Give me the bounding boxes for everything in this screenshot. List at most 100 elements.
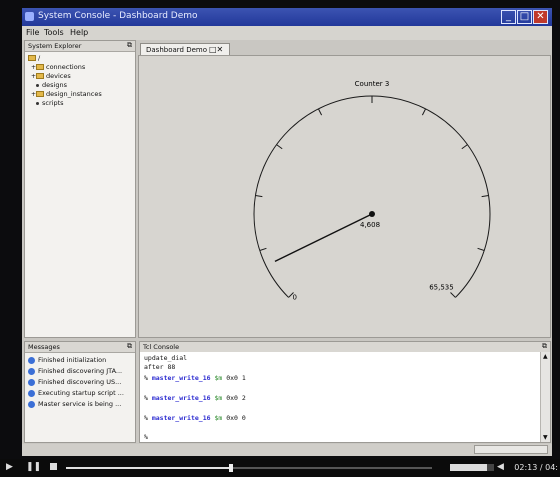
gauge-label: Counter 3 <box>355 80 390 88</box>
message-item[interactable]: Finished discovering US... <box>28 378 121 386</box>
gauge-tick <box>477 247 485 251</box>
gauge-tick <box>259 247 267 251</box>
bullet-icon <box>36 83 39 87</box>
seek-handle[interactable] <box>228 464 233 472</box>
messages-header: Messages ⧉ <box>25 342 135 353</box>
console-line: % master_write_16 $m 0x0 1 <box>144 374 246 382</box>
folder-icon <box>36 91 44 97</box>
gauge-arc <box>253 95 491 298</box>
tcl-console-output[interactable]: update_dial after 88 % master_write_16 $… <box>140 352 540 442</box>
gauge-tick <box>421 108 427 116</box>
tcl-console-panel: Tcl Console ⧉ update_dial after 88 % mas… <box>139 341 551 443</box>
message-item[interactable]: Finished initialization <box>28 356 106 364</box>
console-command: master_write_16 <box>151 394 211 402</box>
video-player-bar: ▶ ❚❚ ◀ 02:13 / 04: <box>0 459 560 477</box>
screen-frame: System Console - Dashboard Demo _ □ ✕ Fi… <box>22 8 552 456</box>
console-line: % master_write_16 $m 0x0 0 <box>144 414 246 422</box>
gauge-ticks <box>255 96 489 298</box>
message-item[interactable]: Executing startup script ... <box>28 389 124 397</box>
folder-icon <box>28 55 36 61</box>
gauge-needle <box>274 213 373 262</box>
tab-dashboard-demo[interactable]: Dashboard Demo □✕ <box>140 43 230 55</box>
window-title: System Console - Dashboard Demo <box>38 11 198 21</box>
seek-track[interactable] <box>66 464 432 472</box>
info-icon <box>28 400 35 408</box>
stop-icon[interactable] <box>50 463 57 470</box>
messages-panel: Messages ⧉ Finished initialization Finis… <box>24 341 136 443</box>
tree-root-label: / <box>38 54 41 62</box>
console-line: update_dial <box>144 354 188 362</box>
console-line: after 88 <box>144 363 176 371</box>
console-line: % master_write_16 $m 0x0 2 <box>144 394 246 402</box>
app-icon <box>25 12 34 21</box>
playback-time: 02:13 / 04: <box>514 463 558 472</box>
message-text: Finished initialization <box>38 356 107 364</box>
console-command: master_write_16 <box>151 414 211 422</box>
panel-maximize-icon[interactable]: ⧉ <box>127 41 132 50</box>
message-item[interactable]: Master service is being ... <box>28 400 121 408</box>
info-icon <box>28 367 35 375</box>
system-explorer-panel: System Explorer ⧉ / + connections + device… <box>24 40 136 338</box>
gauge-max-label: 65,535 <box>429 283 454 291</box>
tcl-console-title: Tcl Console <box>143 343 180 351</box>
tree-item-label: scripts <box>42 99 64 107</box>
volume-slider[interactable] <box>450 464 494 471</box>
tree-item-connections[interactable]: + connections <box>31 63 85 71</box>
message-text: Finished discovering JTA... <box>38 367 123 375</box>
menu-help[interactable]: Help <box>70 28 88 37</box>
console-command: master_write_16 <box>151 374 211 382</box>
seek-progress <box>66 467 231 469</box>
volume-level <box>450 464 488 471</box>
pause-icon[interactable]: ❚❚ <box>26 462 41 472</box>
panel-maximize-icon[interactable]: ⧉ <box>542 342 547 351</box>
minimize-button[interactable]: _ <box>501 10 516 24</box>
play-icon[interactable]: ▶ <box>6 462 13 472</box>
message-text: Finished discovering US... <box>38 378 122 386</box>
console-scrollbar[interactable]: ▲ ▼ <box>540 352 550 442</box>
console-prompt[interactable]: % <box>144 433 148 441</box>
info-icon <box>28 389 35 397</box>
tree-item-designs[interactable]: designs <box>36 81 67 89</box>
gauge-value-label: 4,608 <box>360 221 380 229</box>
gauge-tick <box>450 292 456 298</box>
info-icon <box>28 378 35 386</box>
window-titlebar[interactable]: System Console - Dashboard Demo _ □ ✕ <box>22 8 552 26</box>
messages-title: Messages <box>28 343 60 351</box>
tree-item-design-instances[interactable]: + design_instances <box>31 90 102 98</box>
info-icon <box>28 356 35 364</box>
gauge-tick <box>255 195 263 198</box>
tab-label: Dashboard Demo <box>146 46 208 54</box>
menu-tools[interactable]: Tools <box>44 28 64 37</box>
message-text: Master service is being ... <box>38 400 122 408</box>
counter-gauge: Counter 3 4,608 0 65,535 <box>253 80 491 301</box>
message-item[interactable]: Finished discovering JTA... <box>28 367 122 375</box>
tree-item-label: designs <box>42 81 67 89</box>
tree-root[interactable]: / <box>28 54 40 62</box>
tree-item-label: connections <box>46 63 86 71</box>
maximize-button[interactable]: □ <box>517 10 532 24</box>
tree-item-devices[interactable]: + devices <box>31 72 71 80</box>
tree-item-label: devices <box>46 72 71 80</box>
system-explorer-title: System Explorer <box>28 42 82 50</box>
dashboard-view: Counter 3 4,608 0 65,535 <box>138 55 551 338</box>
gauge-tick <box>481 195 489 198</box>
scroll-down-icon[interactable]: ▼ <box>543 434 548 441</box>
bullet-icon <box>36 101 39 105</box>
status-field <box>474 445 548 454</box>
gauge-tick <box>461 144 468 150</box>
panel-maximize-icon[interactable]: ⧉ <box>127 342 132 351</box>
tree-item-label: design_instances <box>46 90 102 98</box>
gauge-tick <box>276 144 283 150</box>
scroll-up-icon[interactable]: ▲ <box>543 353 548 360</box>
menu-bar: File Tools Help <box>22 26 552 40</box>
gauge-min-label: 0 <box>293 293 297 301</box>
close-button[interactable]: ✕ <box>533 10 548 24</box>
menu-file[interactable]: File <box>26 28 39 37</box>
gauge-hub <box>369 211 375 217</box>
volume-icon[interactable]: ◀ <box>497 462 504 472</box>
tree-item-scripts[interactable]: scripts <box>36 99 64 107</box>
tab-close-icon[interactable]: □✕ <box>209 45 223 54</box>
folder-icon <box>36 64 44 70</box>
system-explorer-header: System Explorer ⧉ <box>25 41 135 52</box>
status-bar <box>22 444 552 456</box>
